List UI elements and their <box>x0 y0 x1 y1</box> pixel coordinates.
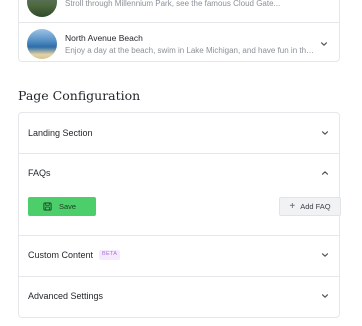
beta-badge: BETA <box>99 250 121 260</box>
chevron-down-icon <box>321 294 329 298</box>
list-item-description: Stroll through Millennium Park, see the … <box>65 0 281 8</box>
chevron-down-icon <box>321 253 329 257</box>
plus-icon: + <box>289 200 296 212</box>
accordion-advanced-settings: Advanced Settings <box>19 276 339 318</box>
accordion-title: Custom Content <box>28 250 94 260</box>
save-icon <box>43 202 52 211</box>
accordion-title: FAQs <box>28 168 51 178</box>
accordion-header-custom-content[interactable]: Custom Content BETA <box>19 235 339 275</box>
page-configuration-accordion: Landing Section FAQs Save + Add FAQ Cust… <box>18 112 341 318</box>
page-configuration-title: Page Configuration <box>18 88 141 103</box>
recommendation-list: Stroll through Millennium Park, see the … <box>18 0 340 62</box>
accordion-landing-section: Landing Section <box>19 113 339 154</box>
chevron-down-icon[interactable] <box>319 39 329 49</box>
accordion-faqs: FAQs Save + Add FAQ <box>19 153 341 236</box>
save-button-label: Save <box>59 202 77 211</box>
save-button[interactable]: Save <box>28 197 96 216</box>
list-item-text: North Avenue Beach Enjoy a day at the be… <box>65 33 320 55</box>
chevron-up-icon <box>321 171 329 175</box>
accordion-title: Landing Section <box>28 128 93 138</box>
chevron-down-icon <box>321 131 329 135</box>
accordion-header-advanced-settings[interactable]: Advanced Settings <box>19 276 339 316</box>
faqs-panel: Save + Add FAQ <box>28 197 341 217</box>
list-item-millennium-park[interactable]: Stroll through Millennium Park, see the … <box>19 0 339 23</box>
add-faq-button-label: Add FAQ <box>300 202 331 211</box>
list-item-text: Stroll through Millennium Park, see the … <box>65 0 320 8</box>
list-item-description: Enjoy a day at the beach, swim in Lake M… <box>65 45 317 55</box>
accordion-header-faqs[interactable]: FAQs <box>19 153 339 193</box>
accordion-header-landing-section[interactable]: Landing Section <box>19 113 339 153</box>
accordion-title: Advanced Settings <box>28 291 104 301</box>
accordion-custom-content: Custom Content BETA <box>19 235 339 277</box>
list-item-title: North Avenue Beach <box>65 32 143 43</box>
north-avenue-beach-thumbnail <box>27 28 57 59</box>
list-item-north-avenue-beach[interactable]: North Avenue Beach Enjoy a day at the be… <box>19 22 339 64</box>
millennium-park-thumbnail <box>27 0 57 17</box>
add-faq-button[interactable]: + Add FAQ <box>279 197 341 216</box>
